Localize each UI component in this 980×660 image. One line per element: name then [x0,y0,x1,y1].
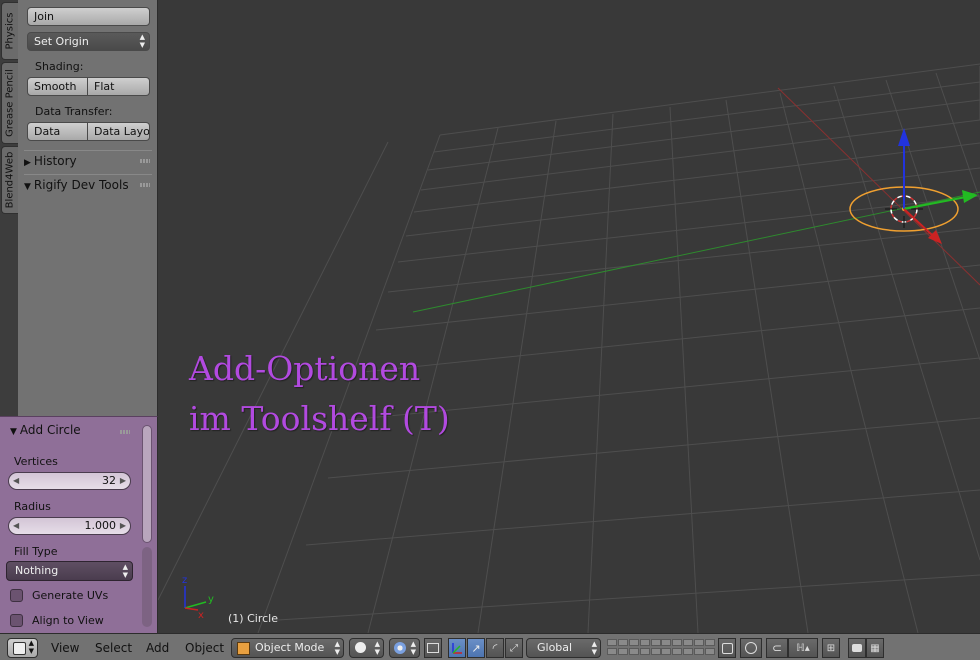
annotation-overlay: Add-Optionen im Toolshelf (T) [189,344,450,444]
snap-element-icon[interactable]: ℍ▴ [788,638,818,658]
radius-label: Radius [14,500,51,513]
join-button[interactable]: Join [27,7,150,26]
object-mode-icon [237,642,250,655]
rigify-panel-header[interactable]: ▼ Rigify Dev Tools [24,174,152,195]
updown-arrows-icon: ▲ ▼ [410,640,416,656]
mode-label: Object Mode [255,641,325,654]
shading-label: Shading: [35,60,84,73]
history-panel-header[interactable]: ▶ History [24,150,152,171]
fill-type-label: Fill Type [14,545,58,558]
annotation-line-2: im Toolshelf (T) [189,399,450,438]
updown-arrows-icon: ▲ ▼ [28,639,34,655]
operator-title: Add Circle [19,423,81,437]
viewport-header: ▲ ▼ View Select Add Object Object Mode ▲ ▼… [0,633,980,660]
updown-arrows-icon: ▲ ▼ [374,640,380,656]
generate-uvs-checkbox[interactable] [10,589,23,602]
drag-grip-icon[interactable] [120,430,130,434]
flat-button[interactable]: Flat [88,77,150,96]
tab-blend4web[interactable]: Blend4Web [1,146,18,214]
set-origin-dropdown[interactable]: Set Origin ▲ ▼ [27,32,150,51]
tab-physics[interactable]: Physics [1,2,18,60]
data-transfer-label: Data Transfer: [35,105,113,118]
manipulate-center-points-icon[interactable] [424,638,442,658]
collapsed-triangle-icon: ▶ [24,158,31,168]
radius-field[interactable]: ◀ 1.000 ▶ [8,517,131,535]
axis-x-label: x [198,610,204,621]
snap-toggle-icon[interactable]: ⊂ [766,638,788,658]
render-animation-icon[interactable]: ▦ [866,638,884,658]
generate-uvs-label: Generate UVs [32,589,109,602]
active-object-label: (1) Circle [228,612,278,625]
scale-manipulator-icon[interactable]: ⤢ [505,638,523,658]
align-to-view-checkbox[interactable] [10,614,23,627]
data-button[interactable]: Data [27,122,88,141]
panel-scrollbar[interactable] [142,425,152,543]
shading-sphere-icon [355,642,366,653]
smooth-button[interactable]: Smooth [27,77,88,96]
cube-view-icon [13,642,26,655]
history-label: History [33,154,77,168]
render-camera-icon[interactable] [848,638,866,658]
rigify-label: Rigify Dev Tools [33,178,129,192]
align-to-view-label: Align to View [32,614,104,627]
drag-grip-icon[interactable] [140,159,150,163]
layer-buttons-left[interactable] [607,639,661,656]
set-origin-label: Set Origin [34,35,89,48]
x-axis-line [777,87,980,286]
operator-panel: ▼ Add Circle Vertices ◀ 32 ▶ Radius ◀ 1.0… [0,416,158,633]
axis-z-label: z [182,575,187,586]
increment-arrow-icon[interactable]: ▶ [120,473,126,489]
3d-viewport[interactable]: z y x Add-Optionen im Toolshelf (T) (1) … [158,0,980,633]
viewport-grid: z y x [158,63,980,633]
orientation-label: Global [537,641,573,654]
panel-scrollbar-track[interactable] [142,547,152,627]
proportional-editing-icon[interactable] [740,638,762,658]
transform-orientation-dropdown[interactable]: Global ▲ ▼ [526,638,601,658]
viewport-shading-dropdown[interactable]: ▲ ▼ [349,638,384,658]
mode-dropdown[interactable]: Object Mode ▲ ▼ [231,638,344,658]
expanded-triangle-icon: ▼ [24,182,31,192]
menu-add[interactable]: Add [146,641,169,655]
fill-type-value: Nothing [15,564,59,577]
vertices-label: Vertices [14,455,58,468]
decrement-arrow-icon[interactable]: ◀ [13,473,19,489]
fill-type-dropdown[interactable]: Nothing ▲ ▼ [6,561,133,581]
vertices-field[interactable]: ◀ 32 ▶ [8,472,131,490]
pivot-point-dropdown[interactable]: ▲ ▼ [389,638,420,658]
menu-view[interactable]: View [51,641,79,655]
vertical-tab-strip: Physics Grease Pencil Blend4Web [0,0,18,416]
axis-y-label: y [208,594,214,605]
data-layout-button[interactable]: Data Layo [88,122,150,141]
pivot-point-icon [394,642,406,654]
editor-type-button[interactable]: ▲ ▼ [7,638,38,658]
rotate-manipulator-icon[interactable]: ◜ [486,638,504,658]
snap-target-icon[interactable]: ⊞ [822,638,840,658]
manipulator-toggle-icon[interactable] [448,638,466,658]
decrement-arrow-icon[interactable]: ◀ [13,518,19,534]
drag-grip-icon[interactable] [140,183,150,187]
expanded-triangle-icon: ▼ [10,427,17,437]
updown-arrows-icon: ▲ ▼ [122,563,128,579]
translate-manipulator-icon[interactable]: ↗ [467,638,485,658]
vertices-value: 32 [102,474,116,487]
updown-arrows-icon: ▲ ▼ [334,640,340,656]
annotation-line-1: Add-Optionen [189,349,421,388]
y-axis-line [412,191,980,313]
menu-object[interactable]: Object [185,641,224,655]
axis-orientation-widget-icon [184,586,207,611]
updown-arrows-icon: ▲ ▼ [139,33,145,49]
updown-arrows-icon: ▲ ▼ [591,640,597,656]
menu-select[interactable]: Select [95,641,132,655]
radius-value: 1.000 [84,519,117,532]
increment-arrow-icon[interactable]: ▶ [120,518,126,534]
tab-grease-pencil[interactable]: Grease Pencil [1,62,18,144]
lock-layers-icon[interactable] [718,638,736,658]
tool-shelf: Join Set Origin ▲ ▼ Shading: Smooth Flat … [18,0,158,416]
layer-buttons-right[interactable] [661,639,715,656]
operator-panel-header[interactable]: ▼ Add Circle [10,423,81,437]
